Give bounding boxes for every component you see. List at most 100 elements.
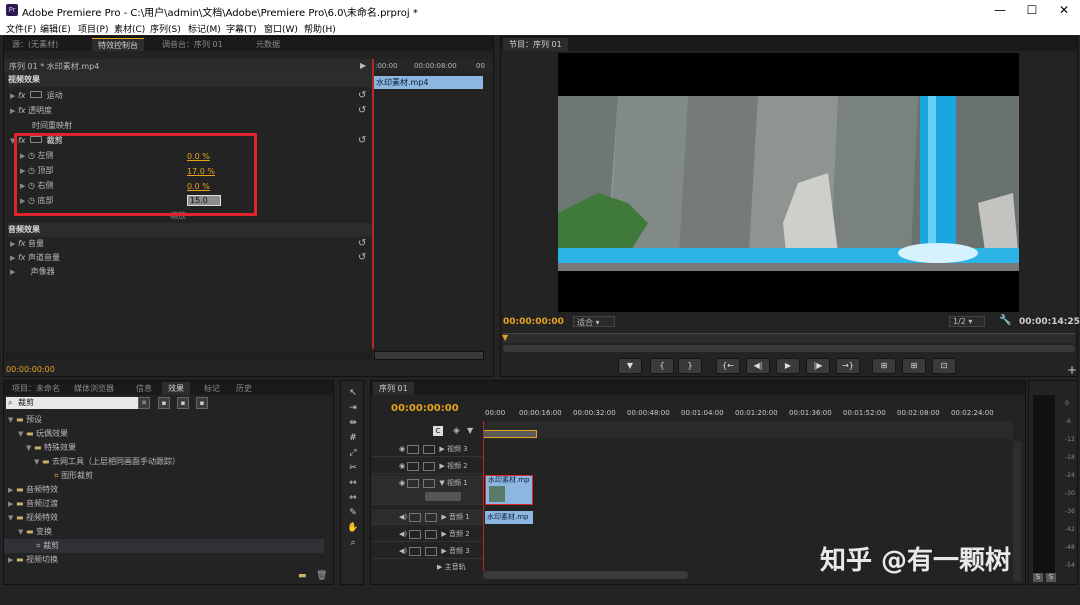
ec-scrollbar[interactable] xyxy=(6,351,372,360)
new-bin-icon[interactable]: ▬ xyxy=(298,571,307,581)
lock-icon[interactable] xyxy=(409,512,422,522)
tree-item-crop[interactable]: ⌗ 裁剪 xyxy=(4,539,324,553)
close-button[interactable]: ✕ xyxy=(1050,2,1078,18)
hand-tool-icon[interactable]: ✋ xyxy=(346,523,360,535)
tab-source[interactable]: 源：(无素材) xyxy=(6,38,64,51)
work-area-range[interactable] xyxy=(483,430,537,438)
step-back-button[interactable]: ◀| xyxy=(746,358,770,374)
timeline-timecode[interactable]: 00:00:00:00 xyxy=(391,403,459,414)
lock-icon[interactable] xyxy=(409,529,422,539)
lock-icon[interactable] xyxy=(407,444,420,454)
eye-icon[interactable]: ◉ xyxy=(399,445,405,453)
tree-item-transform[interactable]: ▼ ▬ 变换 xyxy=(18,525,52,539)
timeline-scrollbar[interactable] xyxy=(483,571,688,579)
accelerated-effects-icon[interactable]: ▪ xyxy=(158,397,170,409)
add-marker-button[interactable]: ▼ xyxy=(618,358,642,374)
tab-project[interactable]: 项目：未命名 xyxy=(6,382,66,395)
trash-icon[interactable]: 🗑 xyxy=(316,571,327,581)
eye-icon[interactable]: ◉ xyxy=(399,462,405,470)
tree-item-special-effects[interactable]: ▼ ▬ 特殊效果 xyxy=(26,441,76,455)
lock-icon[interactable] xyxy=(407,478,420,488)
tree-item-toy-effects[interactable]: ▼ ▬ 玩偶效果 xyxy=(18,427,68,441)
track-select-tool-icon[interactable]: ⇥ xyxy=(346,403,360,415)
header-arrow-icon[interactable]: ▶ xyxy=(360,61,366,70)
channel-volume-row[interactable]: ▶ fx 声道音量 xyxy=(10,251,370,265)
keyframe-nav[interactable] xyxy=(425,492,461,501)
menu-window[interactable]: 窗口(W) xyxy=(264,22,298,35)
tab-history[interactable]: 历史 xyxy=(230,382,258,395)
resolution-dropdown[interactable]: 1/2 ▾ xyxy=(949,316,985,327)
go-to-out-button[interactable]: →} xyxy=(836,358,860,374)
tab-audio-mixer[interactable]: 调音台：序列 01 xyxy=(156,38,229,51)
program-zoom-bar[interactable] xyxy=(503,345,1075,352)
solo-left-button[interactable]: S xyxy=(1033,573,1043,582)
tab-metadata[interactable]: 元数据 xyxy=(250,38,286,51)
sync-icon[interactable] xyxy=(425,512,438,522)
snap-icon[interactable]: C xyxy=(433,426,443,436)
sync-icon[interactable] xyxy=(423,461,436,471)
track-audio-2[interactable]: ◀) ▶ 音频 2 xyxy=(371,526,483,542)
effects-search-input[interactable]: 裁剪 xyxy=(6,397,150,409)
speaker-icon[interactable]: ◀) xyxy=(399,513,407,521)
tree-item-presets[interactable]: ▼ ▬ 预设 xyxy=(8,413,42,427)
lift-button[interactable]: ⊞ xyxy=(872,358,896,374)
tab-program[interactable]: 节目：序列 01 xyxy=(503,38,568,51)
pen-tool-icon[interactable]: ✎ xyxy=(346,508,360,520)
ec-mini-scroll[interactable] xyxy=(374,351,484,360)
program-scrubber[interactable] xyxy=(503,333,1075,343)
tab-markers[interactable]: 标记 xyxy=(198,382,226,395)
panner-row[interactable]: ▶ 声像器 xyxy=(10,265,370,279)
menu-clip[interactable]: 素材(C) xyxy=(114,22,145,35)
sync-icon[interactable] xyxy=(425,529,438,539)
audio-clip[interactable]: 水印素材.mp xyxy=(485,511,533,524)
32bit-effects-icon[interactable]: ▪ xyxy=(177,397,189,409)
motion-row[interactable]: ▶ fx 运动 xyxy=(10,89,370,103)
tree-item-shape-crop[interactable]: ⌗ 图形裁剪 xyxy=(54,469,93,483)
zoom-tool-icon[interactable]: ⌕ xyxy=(346,538,360,550)
lock-icon[interactable] xyxy=(409,546,422,556)
play-button[interactable]: ▶ xyxy=(776,358,800,374)
step-forward-button[interactable]: |▶ xyxy=(806,358,830,374)
timeline-ruler[interactable]: 00:00 00:00:16:00 00:00:32:00 00:00:48:0… xyxy=(483,407,1013,419)
reset-opacity-icon[interactable]: ↺ xyxy=(358,105,366,116)
speaker-icon[interactable]: ◀) xyxy=(399,530,407,538)
time-remap-row[interactable]: 时间重映射 xyxy=(10,119,370,133)
slip-tool-icon[interactable]: ↔ xyxy=(346,478,360,490)
track-audio-3[interactable]: ◀) ▶ 音频 3 xyxy=(371,543,483,559)
tab-media-browser[interactable]: 媒体浏览器 xyxy=(68,382,120,395)
work-area-bar[interactable] xyxy=(483,421,1013,439)
menu-edit[interactable]: 编辑(E) xyxy=(40,22,71,35)
yuv-effects-icon[interactable]: ▪ xyxy=(196,397,208,409)
track-video-3[interactable]: ◉ ▶ 视频 3 xyxy=(371,441,483,457)
rate-stretch-tool-icon[interactable]: ⤢ xyxy=(346,448,360,460)
opacity-row[interactable]: ▶ fx 透明度 xyxy=(10,104,370,118)
mark-in-button[interactable]: { xyxy=(650,358,674,374)
wrench-icon[interactable]: 🔧 xyxy=(999,315,1011,326)
sync-icon[interactable] xyxy=(423,444,436,454)
tree-item-dewatermark[interactable]: ▼ ▬ 去网工具（上层相同画面手动跟踪） xyxy=(34,455,180,469)
reset-crop-icon[interactable]: ↺ xyxy=(358,135,366,146)
eye-icon[interactable]: ◉ xyxy=(399,479,405,487)
volume-row[interactable]: ▶ fx 音量 xyxy=(10,237,370,251)
program-playhead-icon[interactable]: ▼ xyxy=(502,333,508,342)
mini-clip[interactable]: 水印素材.mp4 xyxy=(373,76,483,89)
clear-search-icon[interactable]: ✕ xyxy=(138,397,150,409)
menu-project[interactable]: 项目(P) xyxy=(78,22,108,35)
minimize-button[interactable]: — xyxy=(986,2,1014,18)
maximize-button[interactable]: ☐ xyxy=(1018,2,1046,18)
menu-help[interactable]: 帮助(H) xyxy=(304,22,336,35)
menu-marker[interactable]: 标记(M) xyxy=(188,22,221,35)
tab-info[interactable]: 信息 xyxy=(130,382,158,395)
tree-item-audio-effects[interactable]: ▶ ▬ 音频特效 xyxy=(8,483,58,497)
tab-sequence[interactable]: 序列 01 xyxy=(373,382,414,395)
sync-icon[interactable] xyxy=(425,546,438,556)
video-clip[interactable]: 水印素材.mp xyxy=(485,475,533,505)
track-audio-1[interactable]: ◀) ▶ 音频 1 xyxy=(371,509,483,525)
export-frame-button[interactable]: ⊡ xyxy=(932,358,956,374)
go-to-in-button[interactable]: {← xyxy=(716,358,740,374)
mark-out-button[interactable]: } xyxy=(678,358,702,374)
extract-button[interactable]: ⊞ xyxy=(902,358,926,374)
add-marker-icon[interactable]: ▼ xyxy=(467,426,473,435)
timeline-v-scroll[interactable] xyxy=(1013,441,1021,581)
track-video-2[interactable]: ◉ ▶ 视频 2 xyxy=(371,458,483,474)
